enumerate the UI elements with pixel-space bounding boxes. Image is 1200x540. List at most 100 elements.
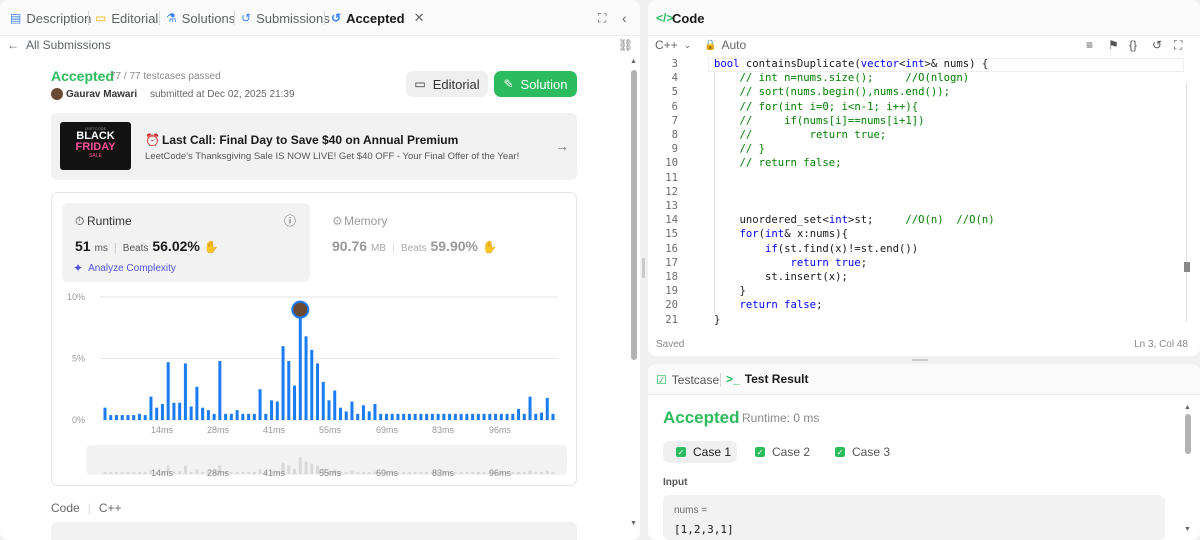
chart-bar	[356, 413, 360, 420]
tab-divider	[324, 11, 325, 25]
chart-bar	[534, 413, 538, 420]
scroll-down-icon[interactable]: ▼	[1184, 526, 1191, 533]
line-number: 20	[665, 299, 678, 312]
language-select[interactable]: C++ ⌄	[655, 38, 691, 52]
tab-solutions[interactable]: ⚗ Solutions	[166, 0, 235, 36]
close-icon[interactable]: ✕	[414, 10, 425, 26]
x-tick-label: 28ms	[207, 425, 230, 435]
reset-icon[interactable]: ↺	[1152, 38, 1162, 52]
case-3-tab[interactable]: ✓ Case 3	[835, 441, 890, 463]
code-title: Code	[672, 11, 705, 26]
case-label: Case 3	[852, 445, 891, 459]
vertical-resize-handle[interactable]	[642, 258, 645, 278]
tab-accepted[interactable]: ↺ Accepted ✕	[331, 0, 425, 36]
tab-testcase[interactable]: ☑ Testcase	[656, 373, 719, 387]
chart-bar	[103, 407, 107, 420]
chart-bar	[304, 336, 308, 420]
overview-bar	[356, 472, 360, 474]
overview-bar	[189, 472, 193, 474]
chart-bar	[155, 407, 159, 420]
promo-banner[interactable]: LEETCODE BLACK FRIDAY SALE ⏰ Last Call: …	[51, 113, 577, 180]
tab-submissions[interactable]: ↺ Submissions	[241, 0, 330, 36]
fullscreen-icon[interactable]: ⛶	[1174, 38, 1182, 53]
code-line: if(st.find(x)!=st.end())	[714, 242, 919, 255]
horizontal-resize-handle[interactable]	[912, 359, 928, 361]
bookmark-icon[interactable]: ⚑	[1108, 38, 1119, 52]
memory-box[interactable]: ⚙ Memory 90.76 MB | Beats 59.90% ✋	[320, 203, 568, 282]
runtime-box[interactable]: ⏱ Runtime ⓘ 51 ms | Beats 56.02% ✋ ✦ Ana…	[62, 203, 310, 282]
cursor-position: Ln 3, Col 48	[1134, 339, 1188, 350]
test-scrollbar[interactable]: ▲ ▼	[1184, 404, 1192, 536]
code-label: Code	[51, 501, 80, 515]
overview-bar	[195, 469, 199, 474]
book-icon: ▭	[95, 11, 107, 25]
chart-bar	[459, 413, 463, 420]
solution-button[interactable]: ✎ Solution	[494, 71, 577, 97]
chart-bar	[206, 410, 210, 420]
overview-bar	[178, 471, 182, 474]
chart-bar	[522, 413, 526, 420]
maximize-icon[interactable]: ⛶	[598, 11, 606, 26]
code-line: st.insert(x);	[714, 271, 848, 283]
code-line: // return false;	[714, 157, 842, 170]
tab-test-result[interactable]: >_ Test Result	[726, 372, 808, 386]
x-tick-label: 41ms	[263, 425, 286, 435]
case-1-tab[interactable]: ✓ Case 1	[663, 441, 737, 463]
tab-submissions-label: Submissions	[256, 10, 330, 26]
share-link-icon[interactable]: ⛓	[618, 38, 633, 52]
arrow-right-icon[interactable]: →	[555, 138, 569, 154]
submitter-name[interactable]: Gaurav Mawari	[66, 89, 137, 100]
scroll-thumb[interactable]	[1185, 414, 1191, 454]
overview-bar	[407, 472, 411, 474]
editor-scrollbar[interactable]	[1184, 64, 1194, 324]
overview-bar	[482, 472, 486, 474]
memory-value: 90.76	[332, 238, 368, 254]
runtime-distribution-chart[interactable]: 10% 5% 0% 14ms 28ms 41ms 55ms 69ms 83ms 96ms 14ms 2…	[0, 285, 640, 485]
check-icon: ✓	[676, 447, 686, 457]
overview-bar	[528, 470, 532, 474]
line-number: 12	[665, 185, 678, 198]
code-line: // }	[714, 143, 766, 156]
tab-editorial[interactable]: ▭ Editorial	[95, 0, 158, 36]
editor-scroll-thumb[interactable]	[1186, 82, 1192, 322]
overview-bar	[201, 472, 205, 474]
collapse-icon[interactable]: ‹	[622, 10, 627, 26]
edit-icon: ✎	[503, 77, 514, 91]
code-preview-box	[51, 522, 577, 540]
back-link[interactable]: ← All Submissions	[7, 37, 111, 53]
chart-bar	[494, 413, 498, 420]
terminal-icon: >_	[726, 372, 740, 386]
scroll-down-icon[interactable]: ▼	[630, 520, 637, 527]
overview-bar	[413, 472, 417, 474]
chart-bar	[160, 404, 164, 420]
overview-bar	[471, 472, 475, 474]
overview-tick-label: 55ms	[319, 468, 342, 478]
info-icon[interactable]: ⓘ	[284, 212, 296, 229]
history-icon: ↺	[241, 11, 252, 25]
code-header: </> Code	[648, 0, 1200, 36]
overview-bar	[540, 472, 544, 474]
auto-mode[interactable]: 🔒 Auto	[704, 38, 746, 52]
chart-bar	[195, 386, 199, 420]
overview-bar	[476, 472, 480, 474]
scroll-up-icon[interactable]: ▲	[630, 58, 637, 65]
chart-bar	[235, 410, 239, 420]
memory-icon: ⚙	[332, 214, 343, 228]
tab-description-label: Description	[26, 10, 92, 26]
case-2-tab[interactable]: ✓ Case 2	[755, 441, 810, 463]
code-label-row: Code | C++	[51, 501, 122, 515]
analyze-complexity-link[interactable]: ✦ Analyze Complexity	[73, 261, 176, 275]
line-number: 16	[665, 242, 678, 255]
chart-bar	[149, 396, 153, 420]
tab-description[interactable]: ▤ Description	[10, 0, 91, 36]
editorial-button[interactable]: ▭ Editorial	[406, 71, 488, 97]
braces-icon[interactable]: {}	[1129, 38, 1137, 52]
line-number: 14	[665, 214, 678, 227]
line-number: 8	[671, 129, 678, 141]
overview-bar	[522, 472, 526, 474]
code-editor[interactable]: 3 bool containsDuplicate(vector<int>& num…	[648, 58, 1200, 328]
format-icon[interactable]: ≡	[1086, 38, 1093, 52]
scroll-up-icon[interactable]: ▲	[1184, 404, 1191, 411]
promo-image: LEETCODE BLACK FRIDAY SALE	[60, 122, 131, 170]
tab-accepted-label: Accepted	[346, 10, 405, 26]
